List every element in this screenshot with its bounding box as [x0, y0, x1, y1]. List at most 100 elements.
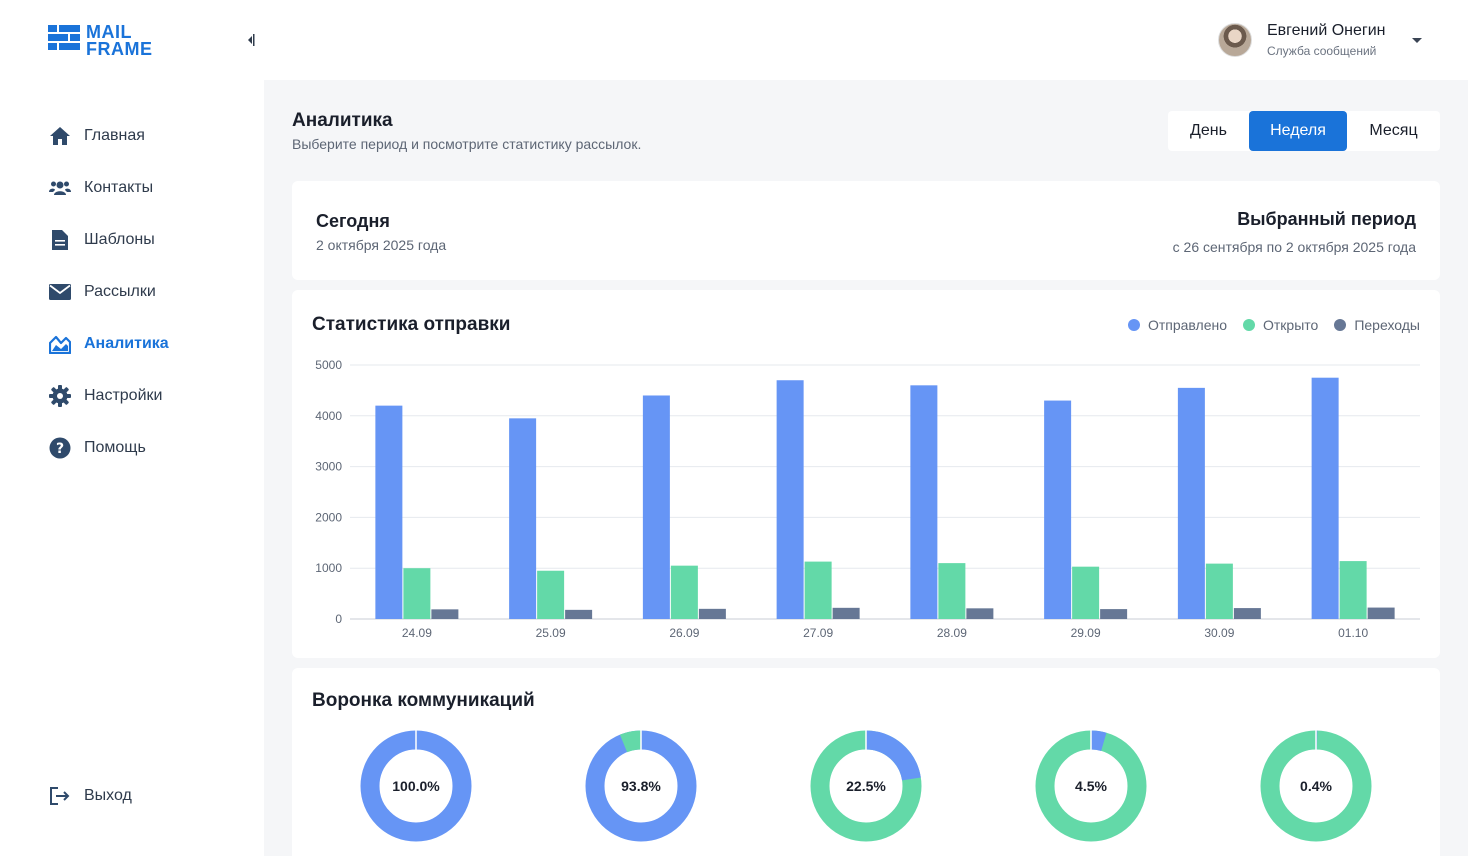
- donut-value: 0.4%: [1300, 778, 1332, 794]
- chart-legend: Отправлено Открыто Переходы: [1112, 317, 1420, 333]
- bar[interactable]: [938, 563, 966, 619]
- chevron-down-icon[interactable]: [1411, 37, 1422, 43]
- bar[interactable]: [1100, 609, 1128, 619]
- users-icon: [48, 176, 72, 200]
- bar[interactable]: [910, 385, 938, 619]
- bar[interactable]: [1311, 377, 1339, 619]
- date-card: Сегодня 2 октября 2025 года Выбранный пе…: [292, 181, 1440, 280]
- sidebar-item-label: Контакты: [84, 179, 154, 196]
- main-content: Аналитика Выберите период и посмотрите с…: [264, 80, 1468, 856]
- user-menu[interactable]: Евгений Онегин Служба сообщений: [1218, 22, 1422, 58]
- period-week-button[interactable]: Неделя: [1249, 111, 1347, 151]
- legend-label: Переходы: [1354, 317, 1420, 333]
- y-tick-label: 5000: [315, 358, 342, 372]
- donut-value: 93.8%: [621, 778, 661, 794]
- funnel-donut[interactable]: 93.8%: [585, 730, 697, 842]
- page-subtitle: Выберите период и посмотрите статистику …: [292, 136, 642, 152]
- home-icon: [48, 124, 72, 148]
- legend-dot: [1243, 319, 1255, 331]
- legend-item[interactable]: Переходы: [1334, 317, 1420, 333]
- period-title: Выбранный период: [1237, 209, 1416, 229]
- bar[interactable]: [1044, 400, 1072, 619]
- document-icon: [48, 228, 72, 252]
- bar[interactable]: [375, 405, 403, 619]
- donut-value: 22.5%: [846, 778, 886, 794]
- bar[interactable]: [1205, 563, 1233, 619]
- user-name: Евгений Онегин: [1267, 22, 1386, 39]
- funnel-donut[interactable]: 100.0%: [360, 730, 472, 842]
- sidebar-item-campaigns[interactable]: Рассылки: [48, 266, 248, 318]
- y-tick-label: 1000: [315, 561, 342, 575]
- sidebar-item-label: Настройки: [84, 387, 163, 404]
- sidebar-item-label: Аналитика: [84, 335, 169, 352]
- bar[interactable]: [670, 565, 698, 619]
- bar[interactable]: [698, 608, 726, 619]
- sidebar-item-contacts[interactable]: Контакты: [48, 162, 248, 214]
- logo-line-2: FRAME: [86, 39, 153, 59]
- collapse-sidebar-button[interactable]: [244, 30, 258, 50]
- bar[interactable]: [966, 608, 994, 619]
- bar-chart: 0 1000 2000 3000 4000 5000 24.09 25.09 26.09 27.0…: [315, 358, 1420, 640]
- x-tick-label: 28.09: [937, 626, 967, 640]
- sidebar-item-label: Главная: [84, 127, 145, 144]
- bar[interactable]: [832, 607, 860, 619]
- bar[interactable]: [403, 568, 431, 619]
- legend-label: Отправлено: [1147, 317, 1227, 333]
- avatar: [1218, 23, 1252, 57]
- logout-button[interactable]: Выход: [48, 770, 132, 822]
- x-tick-label: 24.09: [402, 626, 432, 640]
- y-tick-label: 2000: [315, 510, 342, 524]
- bar[interactable]: [565, 609, 593, 619]
- sidebar-item-label: Помощь: [84, 439, 146, 456]
- bar[interactable]: [1233, 608, 1261, 619]
- page-title: Аналитика: [292, 110, 393, 131]
- bar[interactable]: [804, 561, 832, 619]
- sidebar-item-help[interactable]: ? Помощь: [48, 422, 248, 474]
- period-month-button[interactable]: Месяц: [1347, 111, 1440, 151]
- bar[interactable]: [1177, 387, 1205, 619]
- sidebar-item-templates[interactable]: Шаблоны: [48, 214, 248, 266]
- logout-label: Выход: [84, 787, 132, 804]
- today-date: 2 октября 2025 года: [316, 237, 447, 253]
- x-tick-label: 27.09: [803, 626, 833, 640]
- legend-item[interactable]: Открыто: [1243, 317, 1318, 333]
- sidebar-item-analytics[interactable]: Аналитика: [48, 318, 248, 370]
- donut-value: 100.0%: [392, 778, 440, 794]
- today-title: Сегодня: [316, 211, 390, 231]
- x-tick-label: 30.09: [1204, 626, 1234, 640]
- stats-chart-card: 0 1000 2000 3000 4000 5000 24.09 25.09 26.09 27.0…: [292, 290, 1440, 658]
- y-tick-label: 4000: [315, 409, 342, 423]
- bar[interactable]: [1339, 561, 1367, 619]
- period-switcher: День Неделя Месяц: [1168, 111, 1440, 151]
- bar[interactable]: [642, 395, 670, 619]
- chart-title: Статистика отправки: [312, 314, 511, 335]
- envelope-icon: [48, 280, 72, 304]
- bar[interactable]: [1367, 607, 1395, 619]
- period-day-button[interactable]: День: [1168, 111, 1249, 151]
- user-info: Евгений Онегин Служба сообщений: [1267, 22, 1386, 58]
- funnel-donut[interactable]: 0.4%: [1260, 730, 1372, 842]
- gear-icon: [48, 384, 72, 408]
- y-tick-label: 3000: [315, 460, 342, 474]
- donut-value: 4.5%: [1075, 778, 1107, 794]
- funnel-donut[interactable]: 22.5%: [810, 730, 922, 842]
- user-role: Служба сообщений: [1267, 44, 1377, 58]
- bar[interactable]: [1072, 566, 1100, 619]
- bar[interactable]: [537, 570, 565, 619]
- question-icon: ?: [48, 436, 72, 460]
- legend-dot: [1334, 319, 1347, 331]
- chart-area-icon: [48, 332, 72, 356]
- x-tick-label: 01.10: [1338, 626, 1368, 640]
- bar[interactable]: [431, 609, 459, 619]
- sidebar-item-home[interactable]: Главная: [48, 110, 248, 162]
- sidebar-item-settings[interactable]: Настройки: [48, 370, 248, 422]
- y-tick-label: 0: [335, 612, 342, 626]
- funnel-donut[interactable]: 4.5%: [1035, 730, 1147, 842]
- bar[interactable]: [509, 418, 537, 619]
- sidebar: MAIL FRAME Главная Контакты Шаблоны Расс…: [0, 0, 264, 856]
- legend-item[interactable]: Отправлено: [1127, 317, 1227, 333]
- logo[interactable]: MAIL FRAME: [48, 23, 153, 59]
- logout-icon: [48, 784, 72, 808]
- bar[interactable]: [776, 380, 804, 619]
- sidebar-item-label: Рассылки: [84, 283, 156, 300]
